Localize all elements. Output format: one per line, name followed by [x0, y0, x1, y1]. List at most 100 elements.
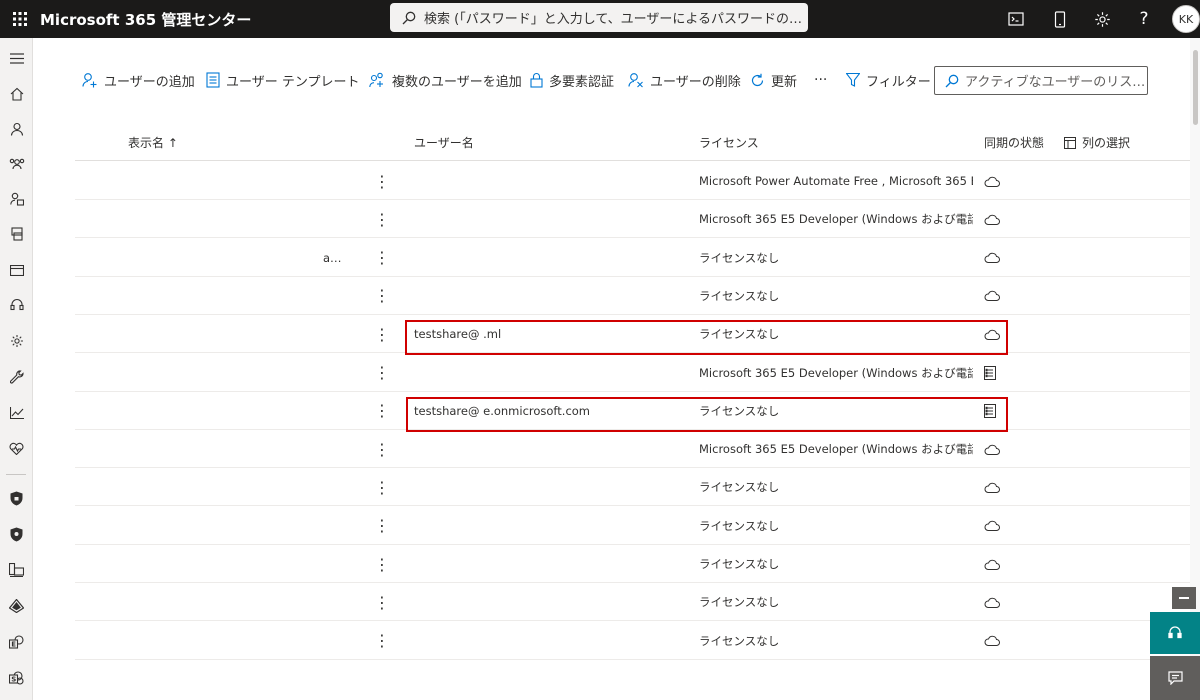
- username-cell: [414, 507, 684, 545]
- user-list-search-input[interactable]: アクティブなユーザーのリス…: [934, 66, 1148, 95]
- global-search-placeholder: 検索 (「パスワード」と入力して、ユーザーによるパスワードの…: [424, 12, 803, 27]
- lock-icon: [530, 73, 543, 88]
- groups-icon[interactable]: [0, 152, 33, 176]
- add-user-button[interactable]: ユーザーの追加: [82, 66, 195, 94]
- cloud-sync-icon: [984, 622, 1004, 660]
- more-actions-icon[interactable]: ⋮: [374, 354, 390, 392]
- azure-ad-icon[interactable]: [0, 594, 33, 618]
- help-support-button[interactable]: [1150, 612, 1200, 654]
- devices-icon[interactable]: [0, 222, 33, 246]
- table-row[interactable]: ⋮ ライセンスなし: [75, 277, 1190, 315]
- delete-user-label: ユーザーの削除: [650, 74, 741, 90]
- refresh-icon: [751, 73, 764, 86]
- sharepoint-icon[interactable]: S: [0, 666, 33, 690]
- cloud-sync-icon: [984, 545, 1004, 583]
- minimize-help-button[interactable]: [1172, 587, 1196, 609]
- username-cell: [414, 545, 684, 583]
- health-heart-icon[interactable]: [0, 436, 33, 460]
- billing-icon[interactable]: [0, 258, 33, 282]
- username-cell: [414, 162, 684, 200]
- username-cell: [414, 277, 684, 315]
- more-actions-icon[interactable]: ⋮: [374, 239, 390, 277]
- app-launcher-icon[interactable]: [0, 0, 40, 38]
- display-name-cell[interactable]: [323, 507, 343, 545]
- more-actions-icon[interactable]: ⋮: [374, 622, 390, 660]
- more-commands-button[interactable]: ···: [814, 66, 827, 94]
- reports-chart-icon[interactable]: [0, 401, 33, 425]
- display-name-cell[interactable]: [323, 622, 343, 660]
- gear-icon[interactable]: [1090, 7, 1114, 31]
- table-row[interactable]: ⋮ ライセンスなし: [75, 545, 1190, 583]
- more-actions-icon[interactable]: ⋮: [374, 315, 390, 353]
- more-actions-icon[interactable]: ⋮: [374, 583, 390, 621]
- refresh-button[interactable]: 更新: [750, 66, 797, 94]
- display-name-cell[interactable]: [323, 392, 343, 430]
- search-icon: [945, 74, 959, 87]
- table-row[interactable]: ⋮ Microsoft Power Automate Free , Microso…: [75, 162, 1190, 200]
- cloud-sync-icon: [984, 162, 1004, 200]
- more-actions-icon[interactable]: ⋮: [374, 545, 390, 583]
- display-name-cell[interactable]: [323, 315, 343, 353]
- more-actions-icon[interactable]: ⋮: [374, 468, 390, 506]
- mobile-icon[interactable]: [1048, 7, 1072, 31]
- help-icon[interactable]: ?: [1132, 7, 1156, 31]
- user-icon[interactable]: [0, 117, 33, 141]
- exchange-icon[interactable]: E: [0, 630, 33, 654]
- terminal-icon[interactable]: [1004, 7, 1028, 31]
- table-row[interactable]: ⋮ ライセンスなし: [75, 583, 1190, 622]
- settings-gear-icon[interactable]: [0, 329, 33, 353]
- column-header-sync-status[interactable]: 同期の状態: [984, 134, 1044, 151]
- display-name-cell[interactable]: [323, 430, 343, 468]
- add-multiple-users-button[interactable]: 複数のユーザーを追加: [369, 66, 522, 94]
- avatar[interactable]: KK: [1172, 5, 1200, 33]
- user-templates-button[interactable]: ユーザー テンプレート: [206, 66, 359, 94]
- compliance-shield-icon[interactable]: [0, 522, 33, 546]
- table-row[interactable]: a… ⋮ ライセンスなし: [75, 239, 1190, 277]
- display-name-cell[interactable]: [323, 162, 343, 200]
- display-name-cell[interactable]: [323, 354, 343, 392]
- add-user-label: ユーザーの追加: [104, 74, 195, 90]
- column-header-display-name[interactable]: 表示名 ↑: [128, 134, 178, 151]
- headset-icon[interactable]: [0, 293, 33, 317]
- table-row[interactable]: ⋮ ライセンスなし: [75, 507, 1190, 545]
- display-name-cell[interactable]: [323, 277, 343, 315]
- license-cell: ライセンスなし: [699, 250, 780, 265]
- endpoint-manager-icon[interactable]: [0, 558, 33, 582]
- table-row[interactable]: ⋮ ライセンスなし: [75, 468, 1190, 507]
- global-search-input[interactable]: 検索 (「パスワード」と入力して、ユーザーによるパスワードの…: [390, 3, 808, 32]
- left-nav-rail: E S: [0, 38, 33, 700]
- username-cell: [414, 239, 684, 277]
- table-row[interactable]: ⋮ Microsoft 365 E5 Developer (Windows および…: [75, 354, 1190, 392]
- cloud-sync-icon: [984, 583, 1004, 621]
- scrollbar-thumb[interactable]: [1193, 50, 1198, 125]
- add-multiple-users-label: 複数のユーザーを追加: [392, 74, 522, 90]
- roles-icon[interactable]: [0, 187, 33, 211]
- display-name-cell[interactable]: [323, 545, 343, 583]
- display-name-cell[interactable]: [323, 468, 343, 506]
- display-name-cell[interactable]: [323, 200, 343, 238]
- more-actions-icon[interactable]: ⋮: [374, 200, 390, 238]
- more-actions-icon[interactable]: ⋮: [374, 392, 390, 430]
- display-name-cell[interactable]: a…: [323, 239, 343, 277]
- choose-columns-button[interactable]: 列の選択: [1064, 134, 1130, 151]
- home-icon[interactable]: [0, 82, 33, 106]
- more-actions-icon[interactable]: ⋮: [374, 277, 390, 315]
- hamburger-menu-icon[interactable]: [0, 46, 33, 70]
- username-cell: [414, 200, 684, 238]
- app-title[interactable]: Microsoft 365 管理センター: [40, 9, 251, 30]
- column-header-username[interactable]: ユーザー名: [414, 134, 474, 151]
- table-row[interactable]: ⋮ Microsoft 365 E5 Developer (Windows および…: [75, 430, 1190, 469]
- wrench-icon[interactable]: [0, 365, 33, 389]
- more-actions-icon[interactable]: ⋮: [374, 430, 390, 468]
- display-name-cell[interactable]: [323, 583, 343, 621]
- table-row[interactable]: ⋮ Microsoft 365 E5 Developer (Windows および…: [75, 200, 1190, 239]
- table-row[interactable]: ⋮ ライセンスなし: [75, 622, 1190, 660]
- column-header-license[interactable]: ライセンス: [699, 134, 759, 151]
- more-actions-icon[interactable]: ⋮: [374, 162, 390, 200]
- feedback-chat-button[interactable]: [1150, 656, 1200, 700]
- security-shield-icon[interactable]: [0, 486, 33, 510]
- delete-user-button[interactable]: ユーザーの削除: [628, 66, 741, 94]
- mfa-button[interactable]: 多要素認証: [530, 66, 614, 94]
- more-actions-icon[interactable]: ⋮: [374, 507, 390, 545]
- filter-button[interactable]: フィルター: [846, 66, 931, 94]
